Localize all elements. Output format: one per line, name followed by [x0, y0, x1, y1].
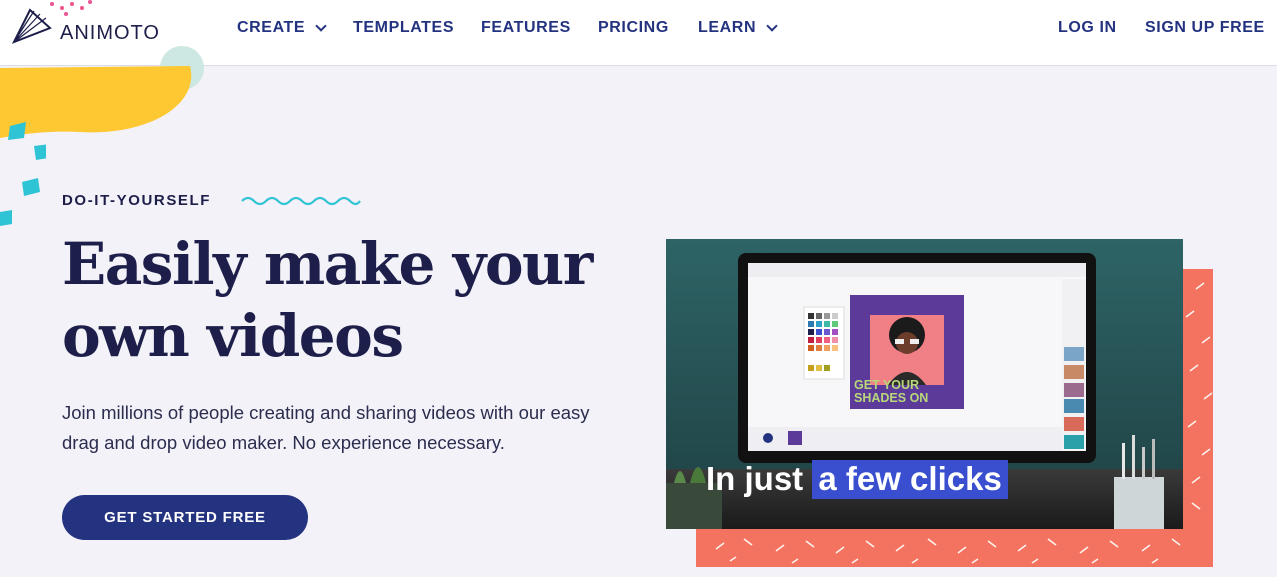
hero-description: Join millions of people creating and sha…	[62, 402, 590, 453]
decorative-teal-shapes	[0, 122, 46, 226]
nav-create[interactable]: CREATE	[237, 19, 327, 37]
nav-templates-label: TEMPLATES	[353, 19, 455, 36]
squiggle-decoration	[241, 196, 361, 206]
nav-pricing[interactable]: PRICING	[598, 19, 669, 37]
headline-line-2: own videos	[62, 302, 404, 370]
nav-pricing-label: PRICING	[598, 19, 669, 36]
nav-features[interactable]: FEATURES	[481, 19, 571, 37]
log-in-label: LOG IN	[1058, 19, 1117, 36]
caption-plain-text: In just	[706, 460, 804, 497]
log-in-link[interactable]: LOG IN	[1058, 19, 1117, 37]
headline-line-1: Easily make your	[62, 230, 593, 298]
sign-up-label: SIGN UP FREE	[1145, 19, 1265, 36]
nav-create-label: CREATE	[237, 19, 306, 36]
eyebrow-label: DO-IT-YOURSELF	[62, 192, 212, 209]
poster-text-line-1: GET YOUR	[854, 378, 919, 392]
nav-learn-label: LEARN	[698, 19, 757, 36]
poster-text-line-2: SHADES ON	[854, 391, 928, 405]
nav-templates[interactable]: TEMPLATES	[353, 19, 454, 37]
caption-highlight-text: a few clicks	[812, 460, 1008, 499]
decorative-dots	[50, 0, 92, 16]
nav-features-label: FEATURES	[481, 19, 571, 36]
get-started-free-button[interactable]: GET STARTED FREE	[62, 495, 308, 540]
chevron-down-icon	[315, 19, 327, 32]
nav-learn[interactable]: LEARN	[698, 19, 778, 37]
sign-up-free-link[interactable]: SIGN UP FREE	[1145, 19, 1265, 37]
logo-wordmark: ANIMOTO	[60, 22, 160, 44]
chevron-down-icon	[766, 19, 778, 32]
page-title: Easily make your own videos	[62, 228, 642, 372]
video-caption: In just a few clicks	[706, 460, 1008, 499]
